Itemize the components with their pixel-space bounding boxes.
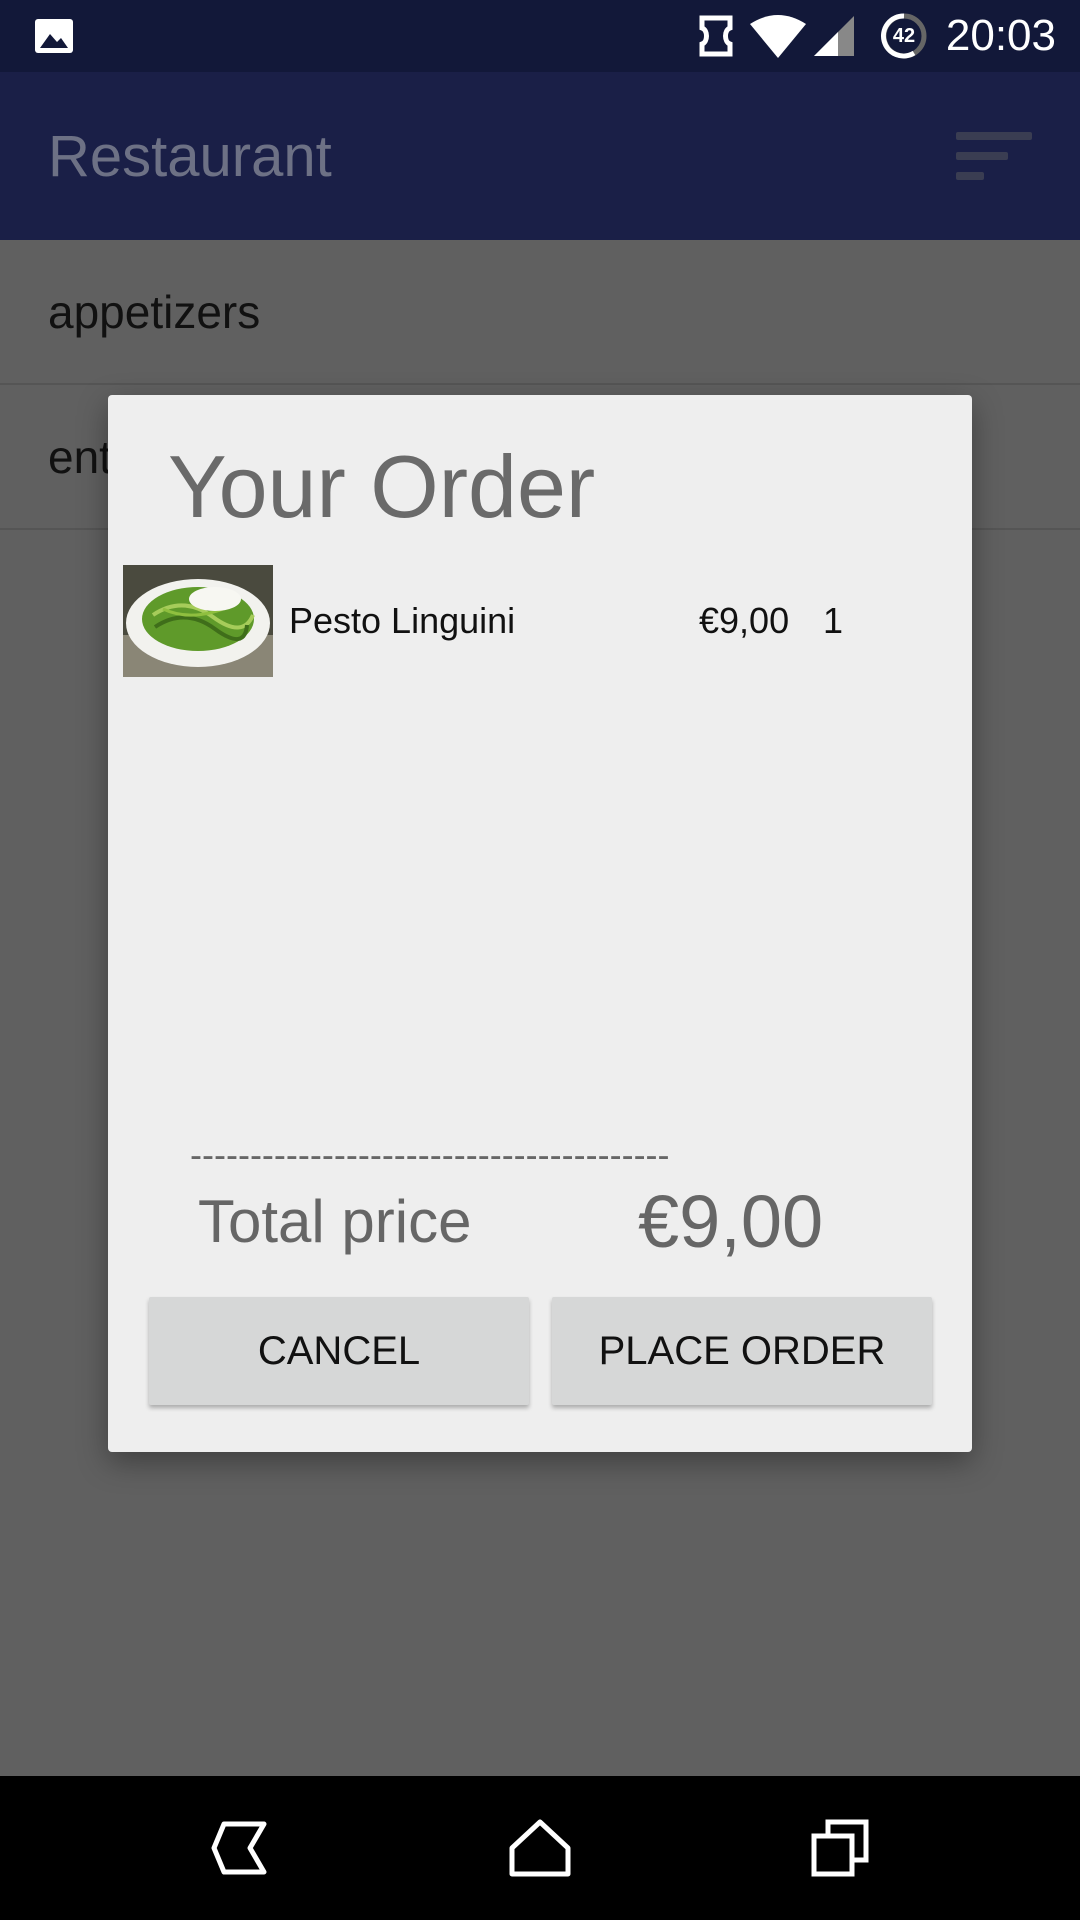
category-label: appetizers bbox=[48, 286, 261, 338]
total-price-value: €9,00 bbox=[638, 1180, 824, 1263]
signal-icon bbox=[814, 16, 854, 56]
status-bar: 42 20:03 bbox=[0, 0, 1080, 72]
pasta-thumbnail bbox=[123, 565, 273, 677]
dish-name: Pesto Linguini bbox=[289, 600, 516, 641]
wifi-icon bbox=[750, 15, 806, 58]
order-dialog: Your Order Pesto Linguini €9,00 1 ------… bbox=[108, 395, 972, 1452]
dish-quantity: 1 bbox=[823, 600, 844, 641]
app-title: Restaurant bbox=[48, 124, 332, 189]
place-order-button[interactable]: PLACE ORDER bbox=[552, 1297, 932, 1405]
dialog-title: Your Order bbox=[168, 437, 596, 536]
cancel-button[interactable]: CANCEL bbox=[149, 1297, 529, 1405]
app-bar: Restaurant bbox=[0, 72, 1080, 240]
total-divider: ---------------------------------------- bbox=[190, 1135, 670, 1175]
gallery-icon bbox=[35, 19, 73, 53]
back-icon[interactable] bbox=[210, 1820, 268, 1876]
home-icon[interactable] bbox=[508, 1818, 572, 1878]
sync-icon bbox=[699, 15, 733, 57]
dish-price: €9,00 bbox=[699, 600, 790, 641]
total-price-label: Total price bbox=[198, 1188, 472, 1255]
recents-icon[interactable] bbox=[810, 1818, 870, 1878]
filter-list-icon[interactable] bbox=[952, 128, 1036, 186]
order-item-row: Pesto Linguini €9,00 1 bbox=[123, 565, 957, 677]
status-clock: 20:03 bbox=[945, 11, 1056, 60]
category-item-appetizers[interactable]: appetizers bbox=[0, 240, 1080, 385]
battery-level-text: 42 bbox=[892, 25, 916, 47]
navigation-bar bbox=[0, 1776, 1080, 1920]
